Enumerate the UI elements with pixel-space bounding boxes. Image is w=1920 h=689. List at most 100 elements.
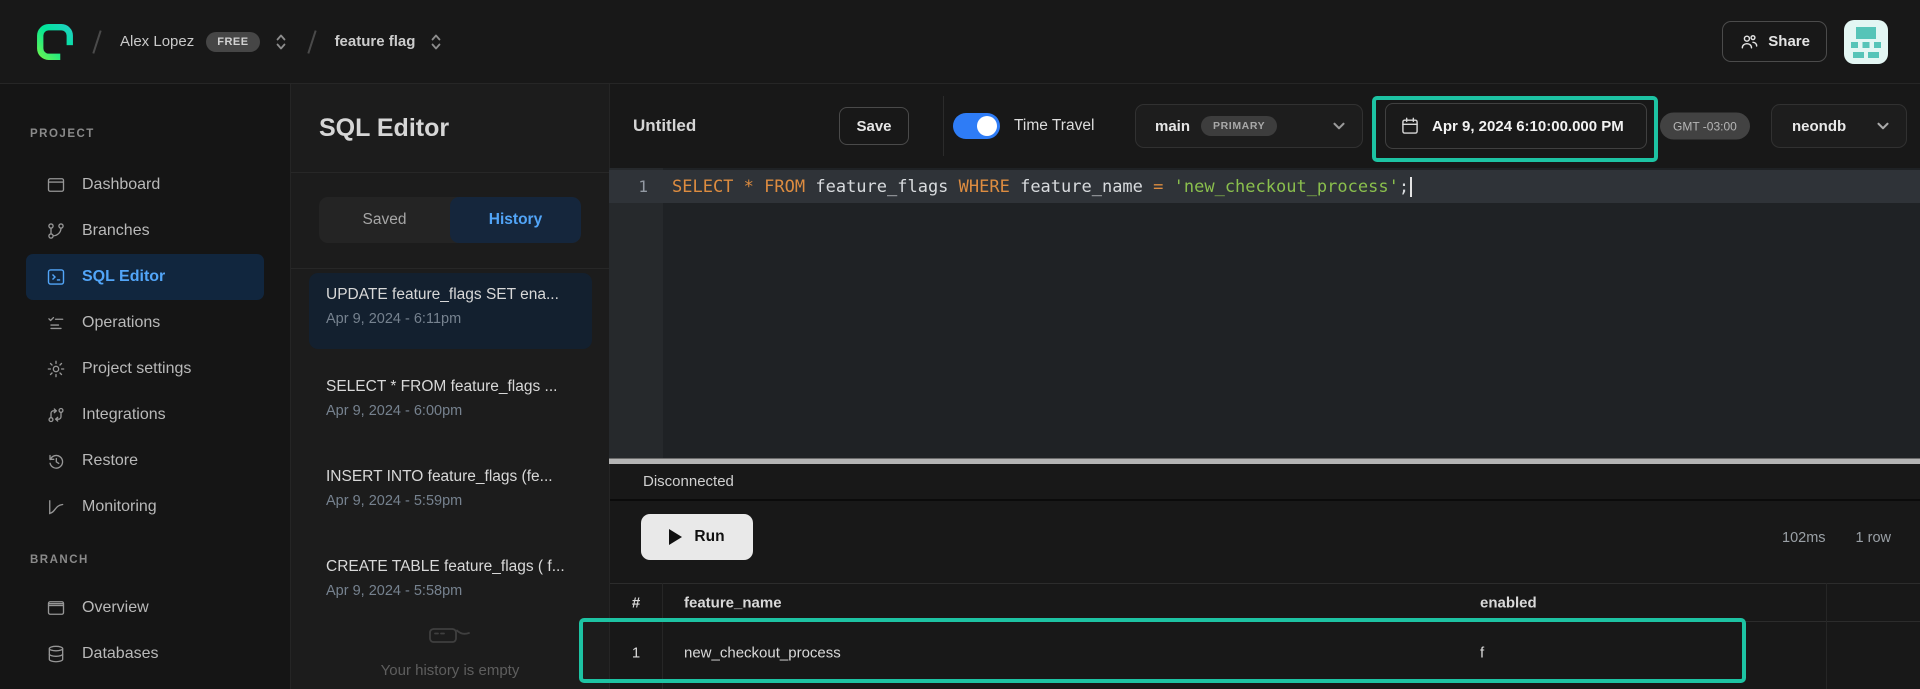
primary-badge: PRIMARY [1201,116,1277,136]
column-divider [1826,583,1827,689]
sidebar-item-monitoring[interactable]: Monitoring [26,484,264,530]
list-checks-icon [46,313,66,333]
project-switcher-chevron-icon[interactable] [428,32,444,52]
sidebar-item-integrations[interactable]: Integrations [26,392,264,438]
column-header-enabled: enabled [1480,594,1537,611]
share-label: Share [1768,33,1810,50]
gear-icon [46,359,66,379]
document-title[interactable]: Untitled [633,116,696,136]
row-num: 1 [610,645,662,662]
share-button[interactable]: Share [1722,21,1827,62]
window-icon [46,175,66,195]
sidebar-item-restore[interactable]: Restore [26,438,264,484]
sidebar-item-label: Restore [82,452,138,470]
window-icon [46,598,66,618]
history-item[interactable]: CREATE TABLE feature_flags ( f... Apr 9,… [309,545,592,621]
panel-header: SQL Editor [291,84,609,173]
breadcrumb-user[interactable]: Alex Lopez [120,33,194,50]
breadcrumb-slash [92,30,101,53]
breadcrumb-project[interactable]: feature flag [335,33,416,50]
time-travel-datetime-button[interactable]: Apr 9, 2024 6:10:00.000 PM [1385,103,1647,149]
history-time: Apr 9, 2024 - 6:00pm [326,403,575,419]
sidebar-item-operations[interactable]: Operations [26,300,264,346]
user-avatar[interactable] [1844,20,1888,64]
sql-statement: SELECT * FROM feature_flags WHERE featur… [663,177,1412,197]
sql-code-editor[interactable]: 1 SELECT * FROM feature_flags WHERE feat… [609,168,1920,458]
toolbar-divider [943,96,944,156]
branch-select[interactable]: main PRIMARY [1135,104,1363,148]
sidebar-item-label: SQL Editor [82,268,165,286]
run-label: Run [694,528,724,546]
chevron-down-icon [1874,117,1892,135]
history-item[interactable]: INSERT INTO feature_flags (fe... Apr 9, … [309,455,592,531]
column-header-feature-name: feature_name [684,594,782,611]
row-count: 1 row [1856,530,1891,546]
history-empty-state: Your history is empty [291,621,609,679]
empty-box-icon [427,621,473,651]
tab-history[interactable]: History [450,197,581,243]
sidebar-item-databases[interactable]: Databases [26,631,264,677]
terminal-icon [46,267,66,287]
page-title: SQL Editor [319,114,449,143]
sql-code-line[interactable]: 1 SELECT * FROM feature_flags WHERE feat… [609,170,1920,203]
branch-name: main [1155,118,1190,135]
sidebar-item-label: Overview [82,599,149,617]
user-switcher-chevron-icon[interactable] [273,32,289,52]
sidebar-item-label: Project settings [82,360,191,378]
top-bar: Alex Lopez FREE feature flag Share [0,0,1920,84]
tab-saved[interactable]: Saved [319,197,450,243]
sidebar-item-label: Monitoring [82,498,157,516]
neon-console: Alex Lopez FREE feature flag Share [0,0,1920,689]
sidebar-item-label: Databases [82,645,159,663]
column-divider [662,583,663,689]
connection-status: Disconnected [610,464,1920,501]
run-button[interactable]: Run [641,514,753,560]
sidebar-item-overview[interactable]: Overview [26,585,264,631]
history-query: INSERT INTO feature_flags (fe... [326,468,575,486]
timezone-badge: GMT -03:00 [1660,113,1750,140]
history-time: Apr 9, 2024 - 5:59pm [326,493,575,509]
breadcrumb-slash [307,30,316,53]
sidebar-item-label: Operations [82,314,160,332]
database-name: neondb [1792,118,1846,135]
history-time: Apr 9, 2024 - 6:11pm [326,311,575,327]
history-icon [46,451,66,471]
chevron-down-icon [1330,117,1348,135]
line-number: 1 [609,177,663,196]
query-meta: 102ms 1 row [1782,530,1891,546]
sidebar-item-branches[interactable]: Branches [26,208,264,254]
results-table-header: # feature_name enabled [610,583,1920,622]
table-row: 1 new_checkout_process f [610,622,1920,684]
editor-toolbar: Untitled Save Time Travel main PRIMARY A… [609,84,1920,168]
sidebar-item-label: Dashboard [82,176,160,194]
time-travel-label: Time Travel [1014,117,1094,135]
integrations-icon [46,405,66,425]
history-item[interactable]: SELECT * FROM feature_flags ... Apr 9, 2… [309,365,592,441]
sidebar: PROJECT Dashboard Branches SQL Editor [0,84,290,689]
sidebar-item-label: Branches [82,222,150,240]
sql-editor-panel: SQL Editor Saved History UPDATE feature_… [290,84,609,689]
editor-gutter [609,168,663,458]
row-enabled: f [1480,645,1484,662]
query-duration: 102ms [1782,530,1826,546]
calendar-icon [1400,116,1420,136]
sidebar-section-project: PROJECT [30,128,95,148]
time-travel-toggle[interactable] [953,113,1000,139]
neon-logo-icon[interactable] [36,23,74,61]
history-query: SELECT * FROM feature_flags ... [326,378,575,396]
sidebar-item-project-settings[interactable]: Project settings [26,346,264,392]
git-branch-icon [46,221,66,241]
row-feature-name: new_checkout_process [684,645,841,662]
save-button[interactable]: Save [839,107,909,145]
history-item[interactable]: UPDATE feature_flags SET ena... Apr 9, 2… [309,273,592,349]
sidebar-item-dashboard[interactable]: Dashboard [26,162,264,208]
saved-history-tabs: Saved History [319,197,581,243]
history-list: UPDATE feature_flags SET ena... Apr 9, 2… [291,268,609,689]
play-icon [669,529,682,545]
database-select[interactable]: neondb [1771,104,1907,148]
sidebar-item-label: Integrations [82,406,166,424]
history-empty-text: Your history is empty [291,662,609,679]
sidebar-section-branch: BRANCH [30,554,89,574]
sidebar-item-sql-editor[interactable]: SQL Editor [26,254,264,300]
users-icon [1739,32,1759,52]
